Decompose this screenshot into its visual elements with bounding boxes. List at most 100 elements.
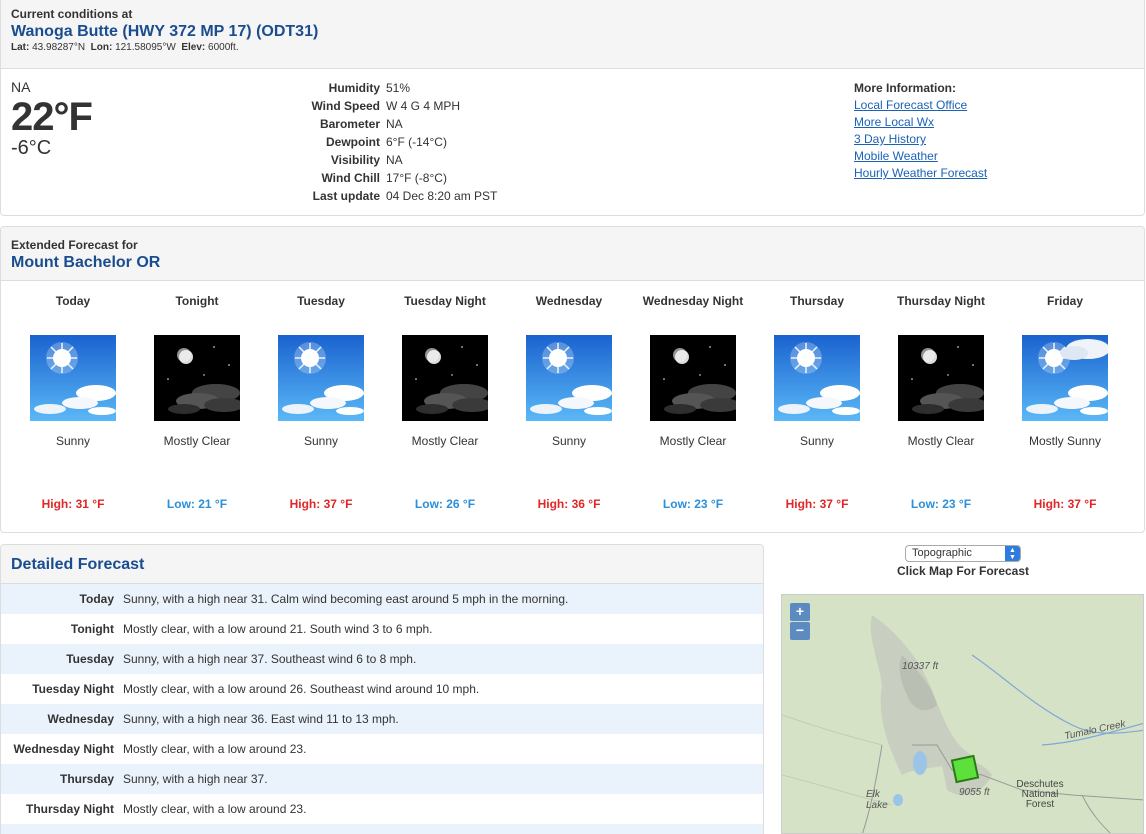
sunny-icon[interactable] xyxy=(30,335,116,421)
forecast-period: Tonight Mostly Clear Low: 21 °F xyxy=(135,293,259,532)
period-description: Mostly Clear xyxy=(907,434,975,448)
detailed-forecast-panel: Detailed Forecast Today Sunny, with a hig… xyxy=(0,544,764,834)
map-label-forest: Deschutes National Forest xyxy=(1016,779,1064,810)
current-detail-row: Last update 04 Dec 8:20 am PST xyxy=(291,187,498,205)
zoom-controls: + − xyxy=(790,603,810,641)
lon-label: Lon: xyxy=(90,42,113,53)
current-temp-f: 22°F xyxy=(11,95,93,139)
current-detail-label: Barometer xyxy=(319,117,380,131)
detailed-period-text: Sunny, with a high near 36. East wind 11… xyxy=(123,712,399,726)
current-detail-value: 04 Dec 8:20 am PST xyxy=(386,189,498,203)
select-arrows-icon: ▲ ▼ xyxy=(1005,546,1020,561)
detailed-forecast-row: Tuesday Night Mostly clear, with a low ar… xyxy=(1,674,763,704)
current-detail-row: Wind Chill 17°F (-8°C) xyxy=(291,169,497,187)
mostly-clear-night-icon[interactable] xyxy=(650,335,736,421)
more-info-link[interactable]: Mobile Weather xyxy=(854,148,987,165)
detailed-period-text: Mostly clear, with a low around 26. Sout… xyxy=(123,682,480,696)
zoom-in-button[interactable]: + xyxy=(790,603,810,621)
period-name: Today xyxy=(55,294,91,308)
mostly-clear-night-icon[interactable] xyxy=(154,335,240,421)
more-info-link[interactable]: Hourly Weather Forecast xyxy=(854,165,987,182)
more-information-links: Local Forecast Office More Local Wx 3 Day … xyxy=(854,97,987,182)
forecast-map[interactable]: + − 10337 ft Tumalo Creek 9055 ft Elk La… xyxy=(781,594,1144,834)
map-layer-value: Topographic xyxy=(912,547,972,559)
detailed-period-name: Tuesday Night xyxy=(32,682,114,696)
period-name: Wednesday Night xyxy=(642,294,744,308)
period-temperature: High: 37 °F xyxy=(289,497,353,511)
current-detail-label: Last update xyxy=(312,189,380,203)
detailed-period-name: Tuesday xyxy=(66,652,114,666)
more-info-link[interactable]: 3 Day History xyxy=(854,131,987,148)
detailed-period-name: Tonight xyxy=(70,622,114,636)
extended-forecast-header: Extended Forecast for Mount Bachelor OR xyxy=(1,227,1144,281)
period-temperature: Low: 23 °F xyxy=(910,497,972,511)
period-description: Mostly Clear xyxy=(659,434,727,448)
forecast-period: Thursday Night Mostly Clear Low: 23 °F xyxy=(879,293,1003,532)
forecast-location: Mount Bachelor OR xyxy=(11,254,161,271)
sunny-icon[interactable] xyxy=(526,335,612,421)
map-layer-select[interactable]: Topographic ▲ ▼ xyxy=(905,545,1021,562)
detailed-forecast-row: Today Sunny, with a high near 31. Calm wi… xyxy=(1,584,763,614)
zoom-out-button[interactable]: − xyxy=(790,622,810,640)
current-detail-value: NA xyxy=(386,153,403,167)
topographic-map-graphic xyxy=(782,595,1143,833)
detailed-forecast-row: Tuesday Sunny, with a high near 37. South… xyxy=(1,644,763,674)
sunny-icon[interactable] xyxy=(774,335,860,421)
period-temperature: Low: 26 °F xyxy=(414,497,476,511)
detailed-forecast-rows: Today Sunny, with a high near 31. Calm wi… xyxy=(1,584,763,834)
mostly-clear-night-icon[interactable] xyxy=(402,335,488,421)
period-description: Mostly Sunny xyxy=(1028,434,1102,448)
current-temp-c: -6°C xyxy=(11,137,52,159)
current-detail-value: 17°F (-8°C) xyxy=(386,171,447,185)
map-label-elevation-1: 10337 ft xyxy=(902,661,939,672)
mostly-clear-night-icon[interactable] xyxy=(898,335,984,421)
period-description: Sunny xyxy=(303,434,339,448)
period-name: Thursday xyxy=(789,294,844,308)
current-detail-label: Visibility xyxy=(330,153,380,167)
period-description: Sunny xyxy=(55,434,91,448)
forecast-period: Thursday Sunny High: 37 °F xyxy=(755,293,879,532)
current-detail-row: Dewpoint 6°F (-14°C) xyxy=(291,133,497,151)
current-detail-row: Visibility NA xyxy=(291,151,497,169)
detailed-period-name: Thursday xyxy=(59,772,114,786)
current-detail-label: Humidity xyxy=(328,81,380,95)
current-detail-row: Barometer NA xyxy=(291,115,497,133)
current-detail-label: Dewpoint xyxy=(326,135,380,149)
period-temperature: Low: 21 °F xyxy=(166,497,228,511)
detailed-period-name: Thursday Night xyxy=(25,802,114,816)
map-label-elevation-2: 9055 ft xyxy=(959,787,990,798)
forecast-period: Tuesday Sunny High: 37 °F xyxy=(259,293,383,532)
map-label-lake: Elk Lake xyxy=(866,789,888,811)
current-detail-row: Wind Speed W 4 G 4 MPH xyxy=(291,97,497,115)
current-condition: NA xyxy=(11,79,31,95)
period-name: Wednesday xyxy=(535,294,603,308)
period-temperature: Low: 23 °F xyxy=(662,497,724,511)
current-detail-value: 51% xyxy=(386,81,411,95)
current-detail-row: Humidity 51% xyxy=(291,79,497,97)
period-temperature: High: 37 °F xyxy=(1033,497,1097,511)
detailed-period-text: Sunny, with a high near 37. Southeast wi… xyxy=(123,652,417,666)
period-description: Mostly Clear xyxy=(411,434,479,448)
detailed-period-text: Sunny, with a high near 31. Calm wind be… xyxy=(123,592,569,606)
period-temperature: High: 37 °F xyxy=(785,497,849,511)
sunny-icon[interactable] xyxy=(278,335,364,421)
more-information-title: More Information: xyxy=(854,81,956,95)
detailed-period-text: Sunny, with a high near 37. xyxy=(123,772,268,786)
current-conditions-heading: Current conditions at xyxy=(11,7,133,21)
detailed-forecast-row: Thursday Night Mostly clear, with a low a… xyxy=(1,794,763,824)
period-description: Mostly Clear xyxy=(163,434,231,448)
current-conditions-header: Current conditions at Wanoga Butte (HWY … xyxy=(1,0,1144,69)
more-info-link[interactable]: More Local Wx xyxy=(854,114,987,131)
period-temperature: High: 31 °F xyxy=(41,497,105,511)
detailed-forecast-title: Detailed Forecast xyxy=(11,556,145,573)
detailed-period-text: Mostly clear, with a low around 23. xyxy=(123,802,307,816)
current-detail-label: Wind Speed xyxy=(311,99,380,113)
more-information: More Information: Local Forecast Office M… xyxy=(854,79,987,182)
detailed-forecast-row: Wednesday Sunny, with a high near 36. Eas… xyxy=(1,704,763,734)
mostly-sunny-icon[interactable] xyxy=(1022,335,1108,421)
period-description: Sunny xyxy=(799,434,835,448)
more-info-link[interactable]: Local Forecast Office xyxy=(854,97,987,114)
period-temperature: High: 36 °F xyxy=(537,497,601,511)
extended-forecast-heading: Extended Forecast for xyxy=(11,238,138,252)
station-coordinates: Lat: 43.98287°N Lon: 121.58095°W Elev: 6… xyxy=(11,42,1134,53)
